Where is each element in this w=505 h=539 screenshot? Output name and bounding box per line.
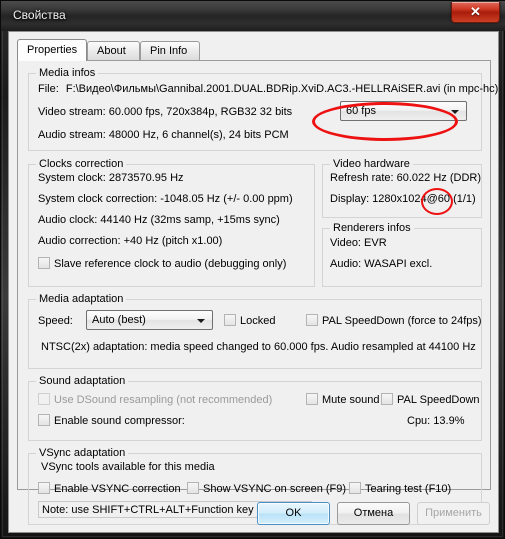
locked-checkbox-row: Locked [224,314,275,327]
group-vsync-adaptation: VSync adaptation VSync tools available f… [28,447,482,525]
dialog-client-area: Properties About Pin Info Media infos Fi… [8,31,499,533]
locked-checkbox[interactable]: Locked [224,314,276,327]
group-video-hardware: Video hardware Refresh rate: 60.022 Hz (… [322,158,482,218]
checkbox-box-icon [381,393,393,405]
checkbox-box-icon [306,393,318,405]
group-media-adaptation-legend: Media adaptation [36,293,127,305]
tab-strip: Properties About Pin Info [17,39,491,61]
tab-about[interactable]: About [87,41,140,60]
speed-label: Speed: [38,315,73,327]
display-refresh-value: Display: 1280x1024@60 (1/1) [330,193,476,205]
sound-compressor-checkbox[interactable]: Enable sound compressor: [38,414,185,427]
speed-combo[interactable]: Auto (best) [86,310,213,330]
audio-clock-row: Audio clock: 44140 Hz (32ms samp, +15ms … [38,214,280,226]
show-vsync-on-screen-label: Show VSYNC on screen (F9) [203,483,347,495]
slave-reference-clock-checkbox[interactable]: Slave reference clock to audio (debuggin… [38,257,287,270]
enable-vsync-correction-checkbox[interactable]: Enable VSYNC correction [38,482,181,495]
show-vsync-checkbox-row: Show VSYNC on screen (F9) [187,482,346,495]
pal-speeddown-media-checkbox-row: PAL SpeedDown (force to 24fps) [306,314,482,327]
slave-reference-clock-label: Slave reference clock to audio (debuggin… [54,258,287,270]
fps-combo-value: 60 fps [346,105,376,117]
checkbox-box-icon [38,393,50,405]
slave-reference-clock-checkbox-row: Slave reference clock to audio (debuggin… [38,257,286,270]
tearing-test-checkbox[interactable]: Tearing test (F10) [349,482,452,495]
renderer-audio-row: Audio: WASAPI excl. [330,258,433,270]
group-video-hardware-legend: Video hardware [330,158,413,170]
speed-combo-value: Auto (best) [92,314,146,326]
sound-compressor-label: Enable sound compressor: [54,415,185,427]
pal-speeddown-media-checkbox[interactable]: PAL SpeedDown (force to 24fps) [306,314,482,327]
group-media-infos-legend: Media infos [36,67,99,79]
tearing-test-label: Tearing test (F10) [365,483,452,495]
ntsc-adaptation-note: NTSC(2x) adaptation: media speed changed… [41,341,476,353]
apply-button: Применить [417,502,490,525]
system-clock-row: System clock: 2873570.95 Hz [38,172,184,184]
audio-correction-row: Audio correction: +40 Hz (pitch x1.00) [38,235,223,247]
dsound-resampling-label: Use DSound resampling (not recommended) [54,394,273,406]
checkbox-box-icon [349,482,361,494]
properties-tab-panel: Media infos File: F:\Видео\Фильмы\Gannib… [17,60,498,525]
checkbox-box-icon [38,257,50,269]
show-vsync-on-screen-checkbox[interactable]: Show VSYNC on screen (F9) [187,482,347,495]
group-clocks-correction-legend: Clocks correction [36,158,127,170]
mute-sound-checkbox-row: Mute sound [306,393,379,406]
close-button[interactable]: ✕ [451,2,500,23]
audio-stream-row: Audio stream: 48000 Hz, 6 channel(s), 24… [38,129,289,141]
properties-dialog-window: Свойства ✕ Properties About Pin Info Med… [0,0,505,539]
checkbox-box-icon [38,482,50,494]
pal-speeddown-sound-label: PAL SpeedDown [397,394,480,406]
checkbox-box-icon [224,314,236,326]
renderer-video-row: Video: EVR [330,237,387,249]
dsound-resampling-checkbox-row: Use DSound resampling (not recommended) [38,393,272,406]
pal-speeddown-media-label: PAL SpeedDown (force to 24fps) [322,315,482,327]
media-file-value: F:\Видео\Фильмы\Gannibal.2001.DUAL.BDRip… [65,83,499,95]
chevron-down-icon [451,110,459,114]
refresh-rate-row: Refresh rate: 60.022 Hz (DDR) [330,172,481,184]
system-clock-correction-row: System clock correction: -1048.05 Hz (+/… [38,193,293,205]
close-icon: ✕ [470,4,481,19]
tearing-test-checkbox-row: Tearing test (F10) [349,482,451,495]
group-renderers-infos-legend: Renderers infos [330,222,414,234]
group-renderers-infos: Renderers infos Video: EVR Audio: WASAPI… [322,222,482,287]
checkbox-box-icon [38,414,50,426]
checkbox-box-icon [306,314,318,326]
cancel-button[interactable]: Отмена [337,502,410,525]
group-vsync-adaptation-legend: VSync adaptation [36,447,129,459]
sound-compressor-checkbox-row: Enable sound compressor: [38,414,185,427]
pal-speeddown-sound-checkbox[interactable]: PAL SpeedDown [381,393,480,406]
media-file-label: File: [38,83,59,95]
video-stream-row: Video stream: 60.000 fps, 720x384p, RGB3… [38,106,293,118]
group-media-infos: Media infos File: F:\Видео\Фильмы\Gannib… [28,67,498,151]
group-sound-adaptation: Sound adaptation Use DSound resampling (… [28,375,482,441]
enable-vsync-correction-label: Enable VSYNC correction [54,483,181,495]
fps-combo[interactable]: 60 fps [340,101,467,121]
tab-properties[interactable]: Properties [17,39,87,61]
ok-button[interactable]: OK [257,502,330,525]
title-bar[interactable]: Свойства ✕ [1,1,505,31]
checkbox-box-icon [187,482,199,494]
window-title: Свойства [13,8,66,22]
pal-speeddown-sound-checkbox-row: PAL SpeedDown [381,393,480,406]
group-clocks-correction: Clocks correction System clock: 2873570.… [28,158,315,287]
cpu-usage-label: Cpu: 13.9% [407,415,465,427]
vsync-availability-text: VSync tools available for this media [41,461,215,473]
mute-sound-label: Mute sound [322,394,380,406]
media-file-row: File: F:\Видео\Фильмы\Gannibal.2001.DUAL… [38,83,498,95]
group-media-adaptation: Media adaptation Speed: Auto (best) Lock… [28,293,482,369]
dsound-resampling-checkbox: Use DSound resampling (not recommended) [38,393,273,406]
tab-pin-info[interactable]: Pin Info [140,41,200,60]
mute-sound-checkbox[interactable]: Mute sound [306,393,380,406]
group-sound-adaptation-legend: Sound adaptation [36,375,129,387]
chevron-down-icon [197,319,205,323]
enable-vsync-checkbox-row: Enable VSYNC correction [38,482,181,495]
locked-label: Locked [240,315,276,327]
